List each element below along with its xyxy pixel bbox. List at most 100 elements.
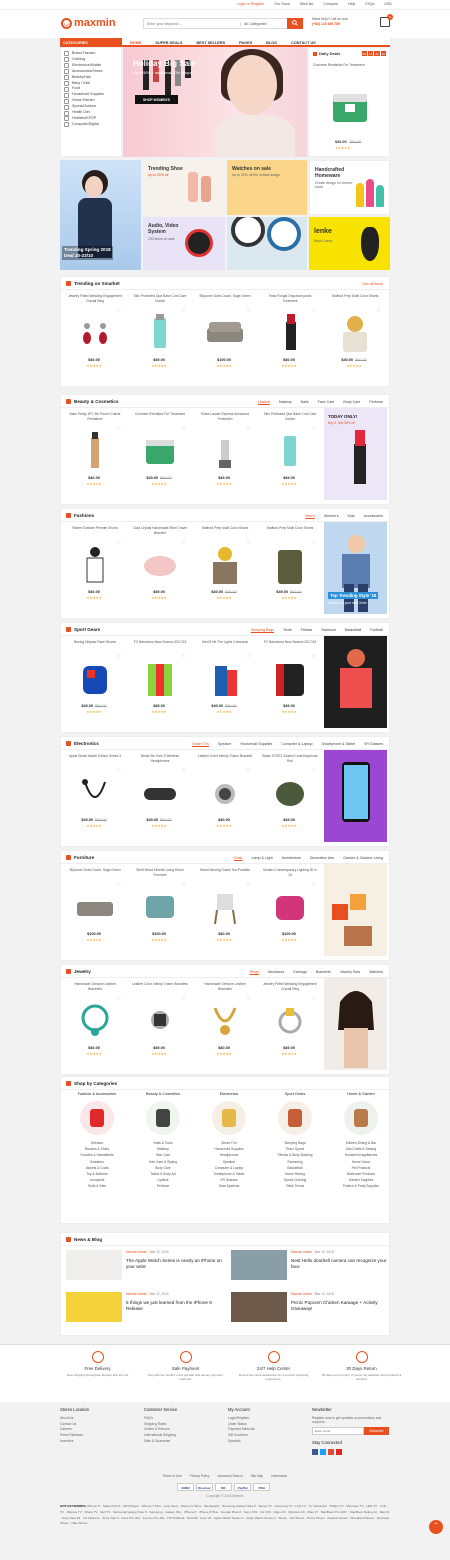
category-column-title[interactable]: Electronics	[196, 1092, 262, 1099]
news-article[interactable]: Maxmin Admin · Mar 12, 2018 Nest Hello do…	[231, 1250, 391, 1284]
nav-item[interactable]: SUPER DEALS	[155, 41, 182, 45]
category-image[interactable]	[146, 1101, 180, 1135]
category-link[interactable]: Perfume	[130, 1183, 196, 1189]
product-image[interactable]	[71, 886, 119, 926]
product-name[interactable]: Skin Protected Que Base Cool Care Cuticl…	[262, 412, 318, 422]
product-image[interactable]	[331, 312, 379, 352]
product-image[interactable]	[71, 1000, 119, 1040]
product-card[interactable]: Modern Contemporary Lighting 30 in 15 ♡ $1…	[258, 864, 320, 956]
product-name[interactable]: Modern Contemporary Lighting 30 in 15	[262, 868, 318, 878]
category-column-title[interactable]: Fashion & Accessories	[64, 1092, 130, 1099]
product-name[interactable]: Gold Crystal Handmade Effort Travel Brac…	[132, 526, 188, 536]
banner-trending-spring[interactable]: Trending Spring 2018 Deal 20-23/10	[60, 160, 141, 270]
product-name[interactable]: FC Barcelona New Season 2017/18	[132, 640, 188, 650]
top-link[interactable]: USD	[384, 2, 392, 6]
product-card[interactable]: Jewelry Fitted Wedding Engagement Crysta…	[63, 290, 125, 382]
news-image[interactable]	[231, 1250, 287, 1280]
section-tab[interactable]: Women's	[324, 514, 339, 518]
product-image[interactable]	[266, 312, 314, 352]
footer-link[interactable]: Specials	[228, 1439, 308, 1445]
product-name[interactable]: Stafford Prep Multi Color Shorts	[327, 294, 383, 304]
news-image[interactable]	[231, 1292, 287, 1322]
product-card[interactable]: Gold Crystal Handmade Effort Travel Brac…	[128, 522, 190, 614]
section-tab[interactable]: Body Care	[343, 400, 360, 404]
news-image[interactable]	[66, 1250, 122, 1280]
section-tab[interactable]: Household Supplies	[240, 742, 272, 746]
product-card[interactable]: FC Barcelona New Season 2017/18 ♡ $49.00 ★★…	[128, 636, 190, 728]
section-tab[interactable]: Kids	[348, 514, 355, 518]
section-tab[interactable]: Watches	[369, 970, 383, 974]
product-image[interactable]	[136, 430, 184, 470]
categories-button[interactable]: CATEGORIES	[60, 38, 122, 47]
product-name[interactable]: Skin Protected Que Base Cool Care Cuticl…	[132, 294, 188, 304]
product-card[interactable]: Slipcover Sofa Couch, Sage Green ♡ $100.00…	[193, 290, 255, 382]
category-link[interactable]: Festive & Party Supplies	[328, 1183, 394, 1189]
product-image[interactable]	[201, 772, 249, 812]
newsletter-email-input[interactable]	[312, 1427, 364, 1435]
section-tab[interactable]: Tents	[283, 628, 292, 632]
news-author[interactable]: Maxmin Admin	[291, 1250, 312, 1254]
footer-link[interactable]: Investors	[60, 1439, 140, 1445]
product-name[interactable]: Stand Serving Snack Tea Portable	[197, 868, 253, 878]
section-tab[interactable]: Football	[370, 628, 383, 632]
product-image[interactable]	[136, 772, 184, 812]
section-tab[interactable]: Smart TVs	[192, 742, 209, 746]
search-button[interactable]	[287, 17, 303, 29]
product-card[interactable]: Leather Color Infinity Charm Bracelets ♡ $…	[128, 978, 190, 1070]
subscribe-button[interactable]: Subscribe	[364, 1427, 389, 1435]
product-name[interactable]: Slipcover Sofa Couch, Sage Green	[67, 868, 123, 878]
product-image[interactable]	[201, 886, 249, 926]
category-link[interactable]: Data Systems	[196, 1183, 262, 1189]
top-link[interactable]: Our Store	[274, 2, 290, 6]
search-input[interactable]	[144, 19, 240, 28]
footer-bottom-link[interactable]: Site Map	[251, 1474, 264, 1478]
section-tab[interactable]: Architecture	[282, 856, 301, 860]
section-tab[interactable]: Speaker	[218, 742, 231, 746]
section-tab[interactable]: Bracelets	[316, 970, 331, 974]
shop-womens-button[interactable]: SHOP WOMEN'S	[135, 95, 178, 104]
product-name[interactable]: Stafford Prep Multi Color Shorts	[262, 526, 318, 536]
product-name[interactable]: Men'S Hit The Lights Crewneck	[197, 640, 253, 650]
back-to-top-icon[interactable]: ⌃	[429, 1520, 443, 1534]
product-name[interactable]: Leather Color Infinity Charm Bracelets	[132, 982, 188, 992]
product-card[interactable]: Handmade Genuine Leather Bracelets ♡ $40.0…	[63, 978, 125, 1070]
product-card[interactable]: Men'S Hit The Lights Crewneck ♡ $40.00 $50.…	[193, 636, 255, 728]
category-image[interactable]	[212, 1101, 246, 1135]
product-name[interactable]: Jewelry Fitted Wedding Engagement Crysta…	[67, 294, 123, 304]
product-image[interactable]	[266, 430, 314, 470]
section-tab[interactable]: Jewelry Sets	[340, 970, 360, 974]
banner-watches-display[interactable]	[227, 217, 307, 270]
section-tab[interactable]: Earrings	[293, 970, 306, 974]
section-tab[interactable]: Makeup	[279, 400, 292, 404]
youtube-icon[interactable]	[336, 1449, 343, 1455]
product-card[interactable]: Estee Lauder Express Advanced Protection…	[193, 408, 255, 500]
product-image[interactable]	[136, 544, 184, 584]
product-card[interactable]: Stafford Prep Multi Color Shorts ♡ $49.00 $…	[258, 522, 320, 614]
product-image[interactable]	[201, 312, 249, 352]
facebook-icon[interactable]	[312, 1449, 318, 1455]
product-card[interactable]: Skin Protected Que Base Cool Care Cuticl…	[128, 290, 190, 382]
product-name[interactable]: Racing Dirtpaw Race Gloves	[67, 640, 123, 650]
product-card[interactable]: Handmade Genuine Leather Bracelets ♡ $40.0…	[193, 978, 255, 1070]
product-image[interactable]	[201, 1000, 249, 1040]
keywords-list[interactable]: iPhone 8 · Tablet iPad 3 · MP3 Player · …	[60, 1504, 389, 1525]
product-name[interactable]: Leather Color Infinity Charm Bracelet	[197, 754, 253, 764]
product-name[interactable]: Concrete Revitalize For Treatment	[132, 412, 188, 422]
search-category-select[interactable]: All Categories	[240, 21, 285, 26]
product-name[interactable]: Tests Fungal Onychomycosis Treatment	[262, 294, 318, 304]
banner-trending-shoe[interactable]: Trending Shoe Up to 50% off	[143, 160, 225, 215]
news-image[interactable]	[66, 1292, 122, 1322]
news-title[interactable]: Nest Hello doorbell camera can recognize…	[291, 1258, 391, 1270]
news-author[interactable]: Maxmin Admin	[126, 1250, 147, 1254]
news-author[interactable]: Maxmin Admin	[291, 1292, 312, 1296]
product-image[interactable]	[201, 430, 249, 470]
product-image[interactable]	[201, 544, 249, 584]
product-image[interactable]	[71, 312, 119, 352]
product-card[interactable]: Tests Fungal Onychomycosis Treatment ♡ $40…	[258, 290, 320, 382]
section-tab[interactable]: Rings	[250, 970, 259, 974]
section-tab[interactable]: Swimsuit	[321, 628, 335, 632]
logo[interactable]: ◡ maxmin	[61, 17, 116, 29]
product-image[interactable]	[266, 544, 314, 584]
section-tab[interactable]: Chair	[234, 856, 243, 860]
top-link[interactable]: Wish list	[300, 2, 313, 6]
